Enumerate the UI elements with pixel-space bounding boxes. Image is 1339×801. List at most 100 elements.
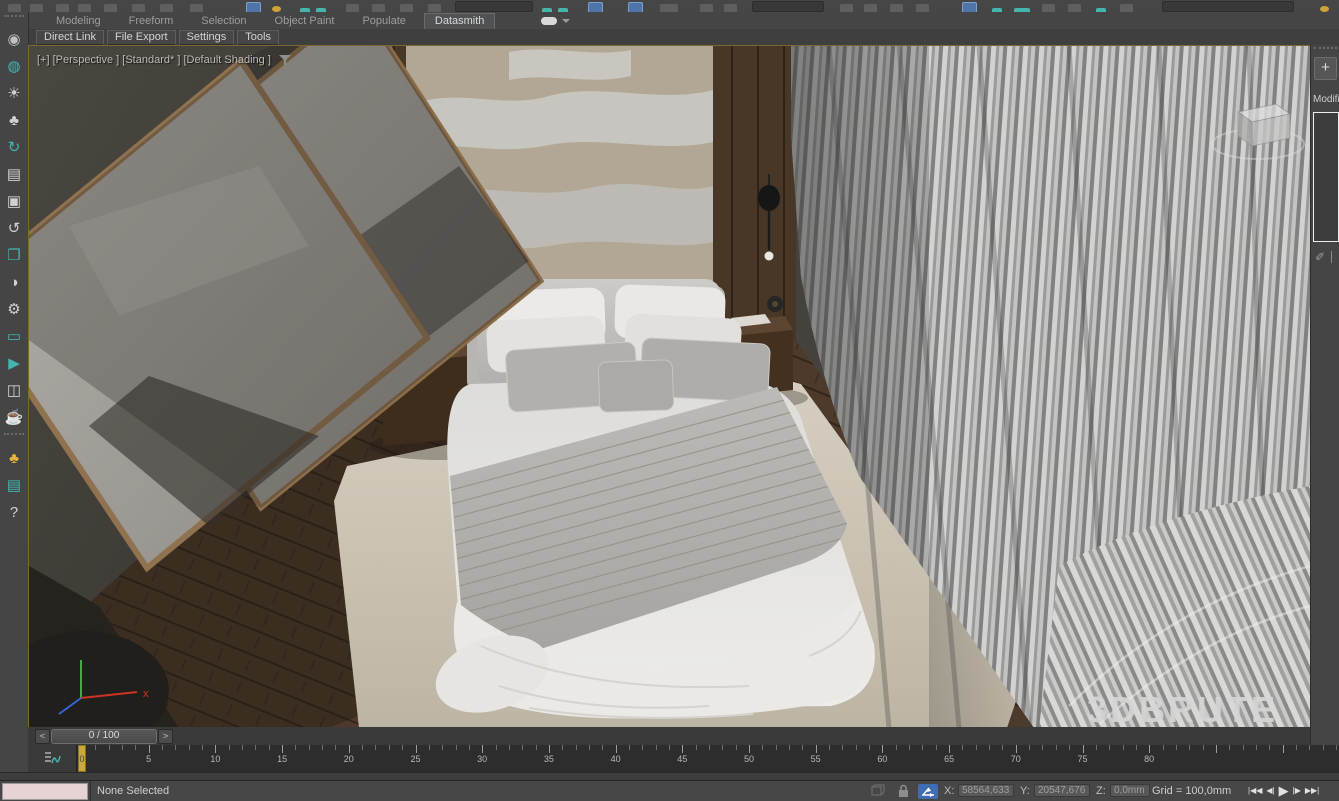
frame-number: 15 xyxy=(277,754,287,764)
tree-frame-icon[interactable]: ▣ xyxy=(0,188,28,215)
previous-frame-arrow[interactable]: < xyxy=(35,729,50,744)
toolbar-field[interactable] xyxy=(455,1,533,12)
frame-number: 0 xyxy=(79,754,84,764)
light-bulb-icon[interactable]: ◍ xyxy=(0,53,28,80)
maxscript-mini-listener[interactable] xyxy=(2,783,88,800)
track-bar: 0 5 10 15 20 25 30 35 40 45 50 55 60 65 70 75 80 xyxy=(28,745,1339,772)
direct-link-button[interactable]: Direct Link xyxy=(36,30,104,45)
frame-number: 35 xyxy=(544,754,554,764)
ribbon-minimize-button[interactable] xyxy=(541,17,570,25)
file-export-button[interactable]: File Export xyxy=(107,30,176,45)
viewport-filter-icon[interactable] xyxy=(279,55,292,66)
y-label: Y: xyxy=(1020,785,1030,797)
go-to-end-button[interactable]: ▶▶| xyxy=(1305,783,1319,799)
status-bar: None Selected X: 58564,633 Y: 20547,676 … xyxy=(0,780,1339,801)
create-tab[interactable]: + xyxy=(1314,57,1337,80)
z-label: Z: xyxy=(1096,785,1106,797)
toolbar-highlighted-button-2[interactable] xyxy=(588,2,603,12)
frame-number: 25 xyxy=(410,754,420,764)
ribbon-tab-modeling[interactable]: Modeling xyxy=(56,14,101,29)
ribbon-pill-icon xyxy=(541,17,557,25)
ribbon-tab-datasmith[interactable]: Datasmith xyxy=(424,13,496,29)
y-coordinate-field[interactable]: 20547,676 xyxy=(1034,784,1090,797)
frame-number: 60 xyxy=(877,754,887,764)
teapot-icon[interactable]: ☕ xyxy=(0,404,28,431)
grid-size-label: Grid = 100,0mm xyxy=(1152,785,1231,797)
left-toolbar: ◉◍☀♣↻▤▣↺❐◑⚙▭▶◫☕♣▤? xyxy=(0,13,29,780)
frame-number: 75 xyxy=(1077,754,1087,764)
sun-icon[interactable]: ☀ xyxy=(0,80,28,107)
frame-number: 45 xyxy=(677,754,687,764)
x-label: X: xyxy=(944,785,954,797)
perspective-viewport[interactable]: x 3DBRUTE [+] [Perspective ] [Standard* … xyxy=(28,45,1311,729)
loop-icon[interactable]: ↺ xyxy=(0,215,28,242)
frame-number: 5 xyxy=(146,754,151,764)
playback-controls: |◀◀ ◀| ▶|▶ ▶▶| xyxy=(1248,783,1319,799)
previous-frame-button[interactable]: ◀| xyxy=(1266,783,1274,799)
tools-button[interactable]: Tools xyxy=(237,30,279,45)
frame-number: 55 xyxy=(811,754,821,764)
ribbon-tab-freeform[interactable]: Freeform xyxy=(129,14,174,29)
ribbon-tabs: Modeling Freeform Selection Object Paint Pop… xyxy=(28,13,495,29)
foliage-icon[interactable]: ♣ xyxy=(0,107,28,134)
modifier-list-label: Modifie xyxy=(1311,94,1339,107)
split-view-icon[interactable]: ◫ xyxy=(0,377,28,404)
frame-number: 10 xyxy=(210,754,220,764)
datasmith-toolbar: Direct LinkFile ExportSettingsTools xyxy=(28,29,1339,45)
next-frame-button[interactable]: |▶ xyxy=(1293,783,1301,799)
transform-typein-toggle[interactable] xyxy=(918,784,938,799)
monitor-icon[interactable]: ▭ xyxy=(0,323,28,350)
toolbar-highlighted-button-4[interactable] xyxy=(962,2,977,12)
frame-number: 40 xyxy=(611,754,621,764)
isolate-selection-icon[interactable] xyxy=(870,784,886,798)
trackbar-curve-icon xyxy=(43,751,61,767)
pin-stack-button[interactable]: ✐ xyxy=(1311,242,1339,264)
time-slider-row: < 0 / 100 > xyxy=(28,727,1310,745)
bulb-gear-icon[interactable]: ⚙ xyxy=(0,296,28,323)
command-panel: + Modifie ✐ xyxy=(1310,45,1339,745)
ribbon-tab-object-paint[interactable]: Object Paint xyxy=(275,14,335,29)
time-slider[interactable]: 0 / 100 xyxy=(51,729,157,744)
workspace-selector[interactable] xyxy=(1162,1,1294,12)
refresh-icon[interactable]: ↻ xyxy=(0,134,28,161)
z-coordinate-field[interactable]: 0,0mm xyxy=(1110,784,1150,797)
panel-drag-handle[interactable] xyxy=(1314,47,1337,53)
tree-list-icon[interactable]: ▤ xyxy=(0,161,28,188)
frame-number: 20 xyxy=(344,754,354,764)
next-frame-arrow[interactable]: > xyxy=(158,729,173,744)
forest-icon[interactable]: ♣ xyxy=(0,445,28,472)
ribbon-tab-populate[interactable]: Populate xyxy=(362,14,405,29)
toolbar-drag-handle[interactable] xyxy=(4,15,24,22)
frame-number: 30 xyxy=(477,754,487,764)
go-to-start-button[interactable]: |◀◀ xyxy=(1248,783,1262,799)
settings-button[interactable]: Settings xyxy=(179,30,235,45)
ribbon-tab-selection[interactable]: Selection xyxy=(201,14,246,29)
help-icon[interactable]: ? xyxy=(0,499,28,526)
modifier-stack[interactable] xyxy=(1313,112,1339,242)
trackbar-ruler[interactable]: 0 5 10 15 20 25 30 35 40 45 50 55 60 65 70 75 80 xyxy=(77,745,1339,772)
svg-text:x: x xyxy=(143,688,149,700)
selection-lock-icon[interactable] xyxy=(897,784,910,798)
gear-icon xyxy=(1320,6,1329,12)
toolbar-highlighted-button[interactable] xyxy=(246,2,261,12)
palette-icon[interactable]: ◑ xyxy=(0,269,28,296)
frame-number: 65 xyxy=(944,754,954,764)
frame-number: 50 xyxy=(744,754,754,764)
layers-icon[interactable]: ❐ xyxy=(0,242,28,269)
watermark: 3DBRUTE xyxy=(1087,689,1278,728)
selection-status: None Selected xyxy=(97,785,169,797)
chevron-down-icon xyxy=(562,19,570,23)
render-preview-icon[interactable]: ▶ xyxy=(0,350,28,377)
play-button[interactable]: ▶ xyxy=(1279,783,1289,799)
mini-curve-editor-button[interactable] xyxy=(28,745,77,772)
viewport-label[interactable]: [+] [Perspective ] [Standard* ] [Default… xyxy=(37,54,292,66)
frame-number: 80 xyxy=(1144,754,1154,764)
notes-icon[interactable]: ▤ xyxy=(0,472,28,499)
ribbon-tab-row: Modeling Freeform Selection Object Paint Pop… xyxy=(28,13,1339,29)
x-coordinate-field[interactable]: 58564,633 xyxy=(958,784,1014,797)
frame-number: 70 xyxy=(1011,754,1021,764)
main-toolbar-partial xyxy=(0,0,1339,14)
camera-add-icon[interactable]: ◉ xyxy=(0,26,28,53)
pin-icon: ✐ xyxy=(1315,250,1325,264)
toolbar-highlighted-button-3[interactable] xyxy=(628,2,643,12)
